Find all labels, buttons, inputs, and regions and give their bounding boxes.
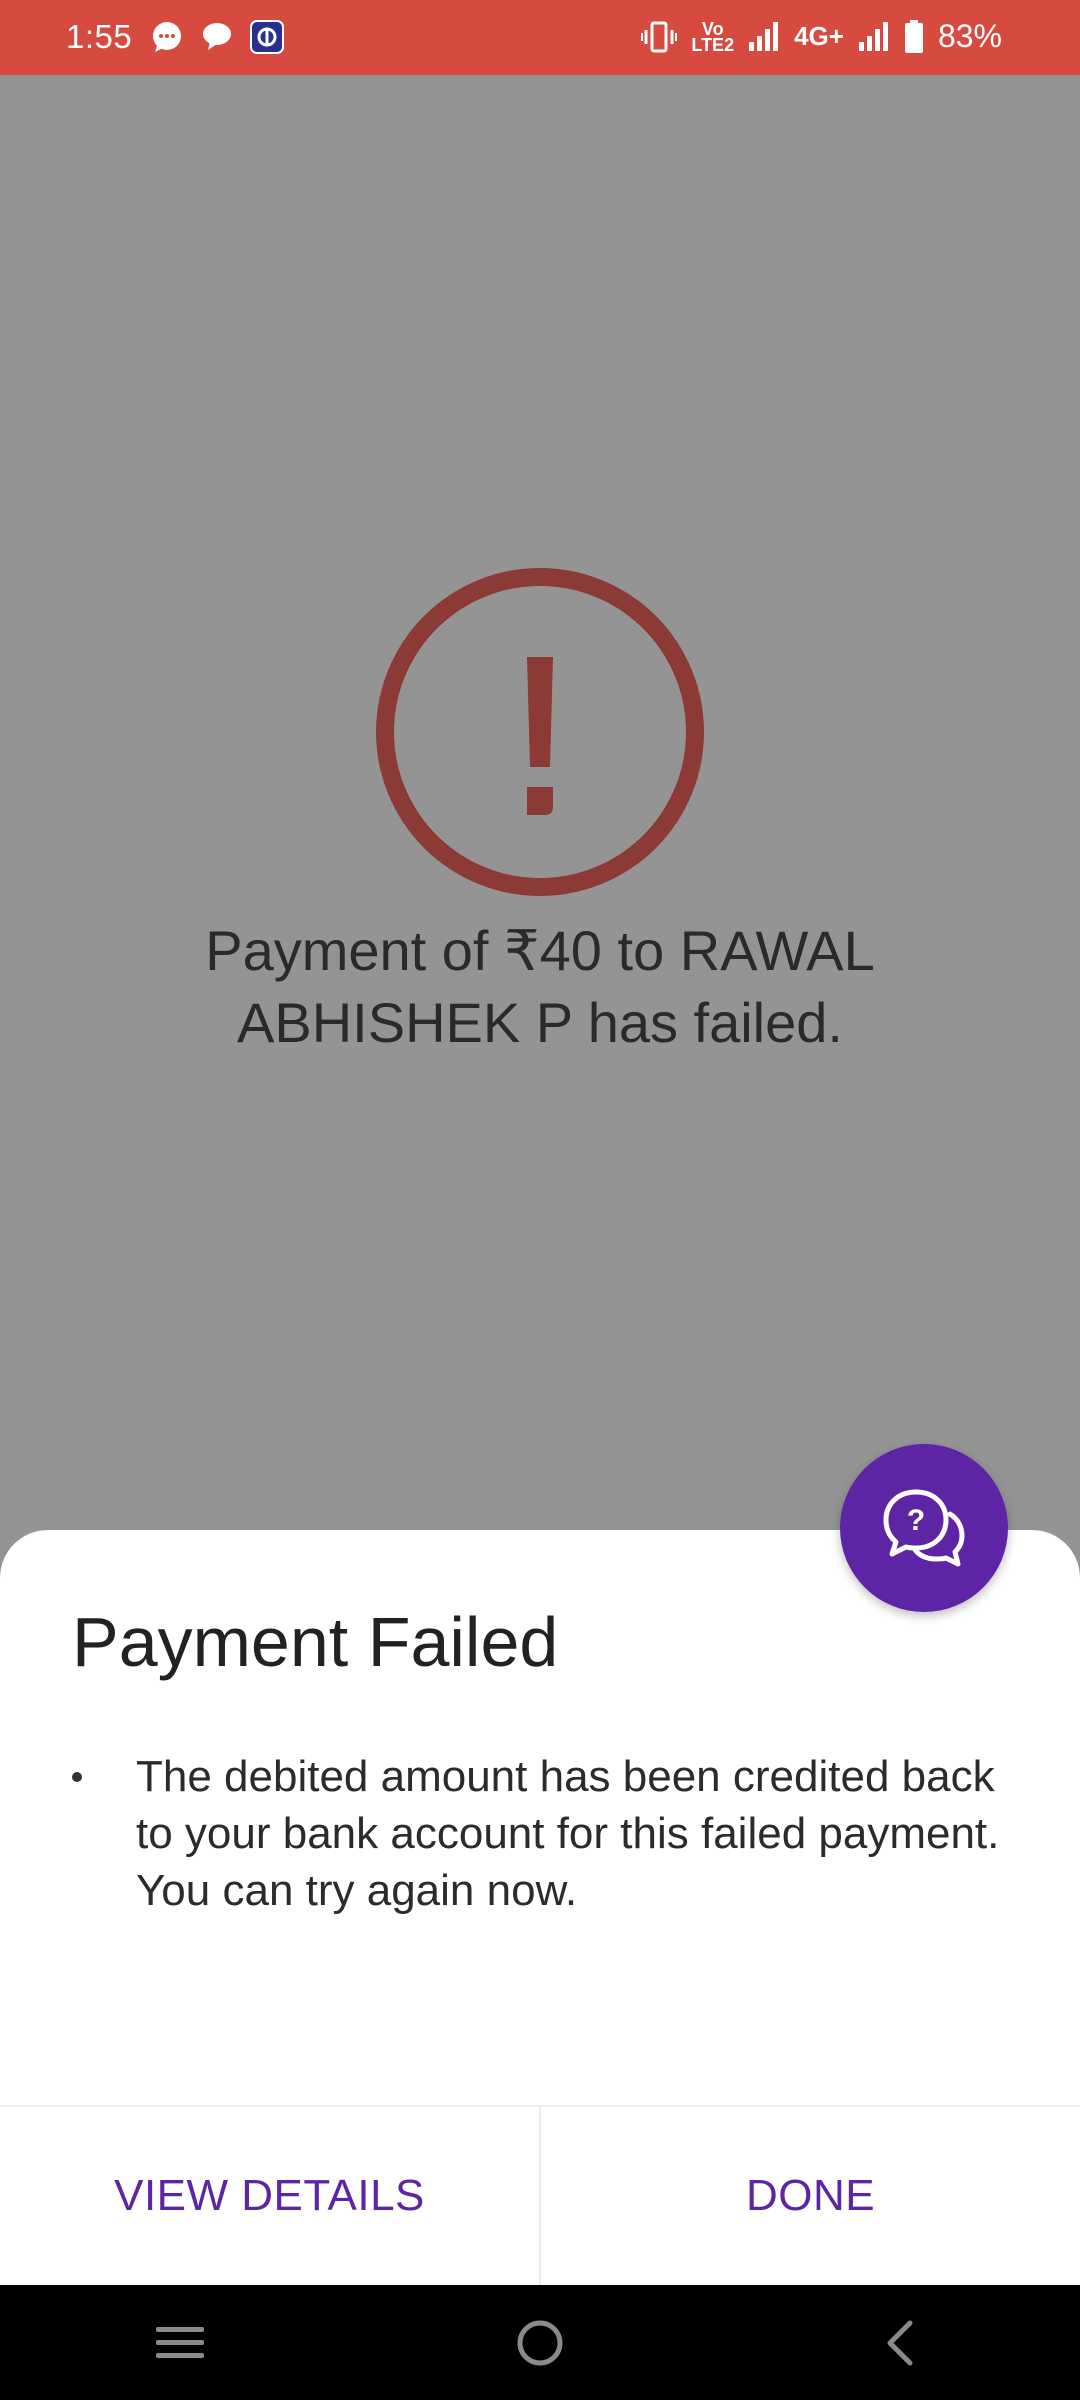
network-type: 4G+ [794,21,844,51]
payment-failed-message: Payment of ₹40 to RAWAL ABHISHEK P has f… [205,919,875,1054]
navigation-bar [0,2285,1080,2400]
payment-failed-sheet: Payment Failed The debited amount has be… [0,1530,1080,2285]
app-notification-icon [250,20,284,54]
exclamation-circle-icon [376,568,704,896]
status-bar: 1:55 Vo LTE2 4G+ 83% [0,0,1080,75]
help-button[interactable]: ? [840,1444,1008,1612]
message-bubble-icon [153,22,181,52]
signal-icon [858,21,888,51]
recents-icon [156,2326,204,2358]
system-indicators: Vo LTE2 4G+ 83% [641,18,1002,55]
recents-button[interactable] [120,2298,240,2388]
chat-bubbles-icon [203,23,231,50]
signal-icon [749,21,779,51]
bullet-dot [72,1772,82,1782]
volte-label-bottom: LTE2 [691,34,735,55]
refund-info-text: The debited amount has been credited bac… [136,1752,1000,1858]
back-icon [887,2320,913,2365]
home-button[interactable] [480,2298,600,2388]
help-chat-icon: ? [883,1489,965,1567]
battery-percent: 83% [937,18,1002,54]
view-details-button[interactable]: VIEW DETAILS [0,2107,539,2285]
clock: 1:55 [66,18,133,55]
sheet-message: The debited amount has been credited bac… [136,1748,1016,1919]
retry-info-text: You can try again now. [136,1866,578,1915]
done-button[interactable]: DONE [539,2107,1080,2285]
battery-icon [904,19,923,53]
home-icon [517,2320,563,2365]
back-button[interactable] [840,2298,960,2388]
sheet-title: Payment Failed [72,1603,559,1681]
svg-text:?: ? [907,1504,925,1537]
vibrate-icon [641,21,678,52]
volte-icon: Vo LTE2 [691,20,735,55]
sheet-actions: VIEW DETAILS DONE [0,2105,1080,2285]
notification-icons [150,20,284,54]
